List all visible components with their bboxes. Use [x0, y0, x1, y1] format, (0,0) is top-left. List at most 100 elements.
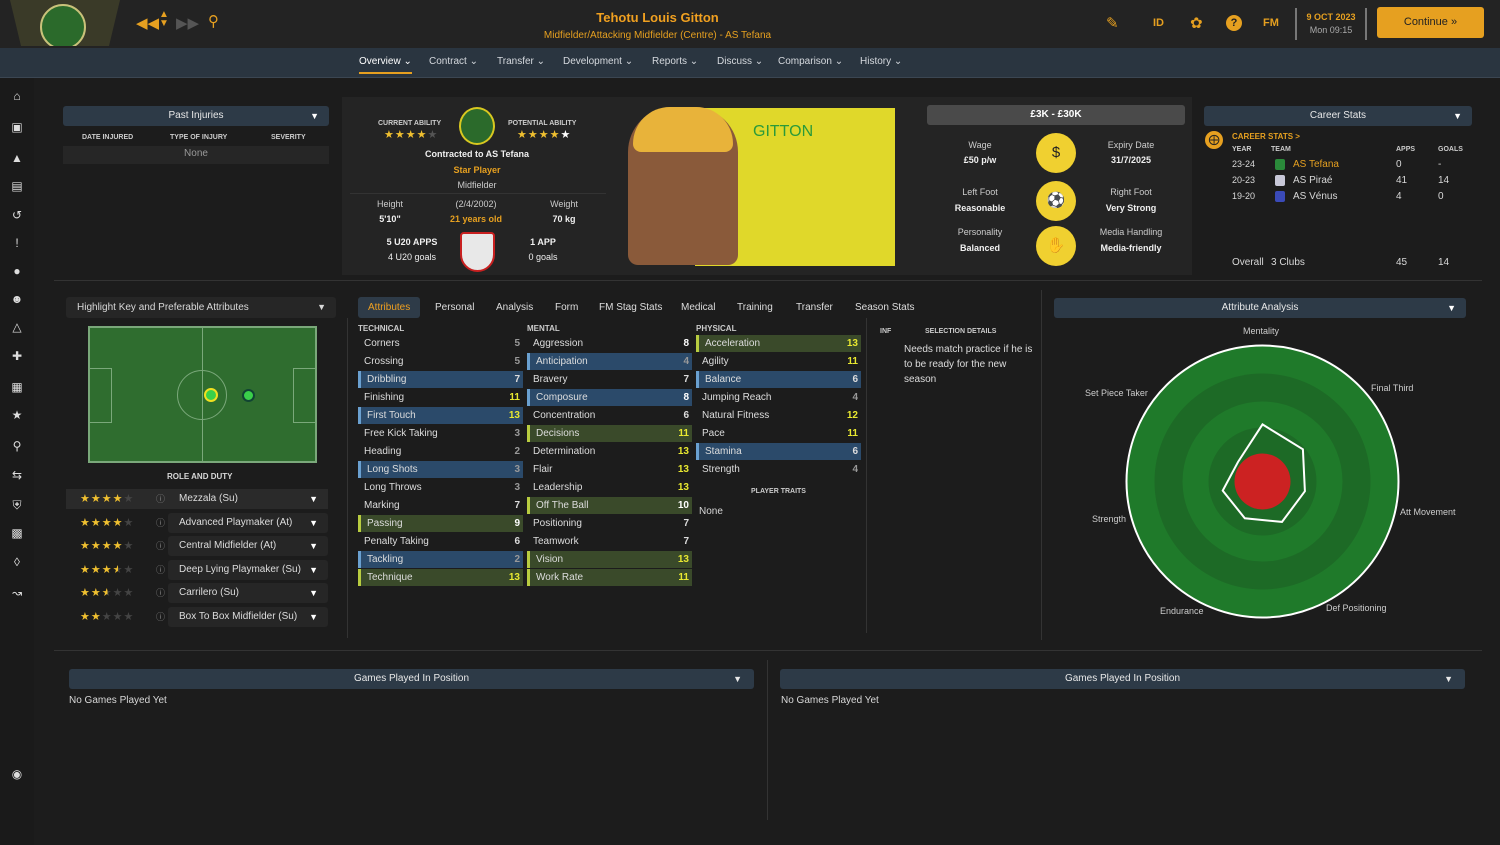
- tab-comparison[interactable]: Comparison ⌄: [778, 56, 843, 67]
- chevron-down-icon[interactable]: ▼: [1447, 298, 1456, 318]
- attribute-row[interactable]: Agility 11: [696, 353, 861, 370]
- highlight-dropdown[interactable]: Highlight Key and Preferable Attributes …: [66, 297, 336, 318]
- attribute-row[interactable]: Long Throws 3: [358, 479, 523, 496]
- attribute-row[interactable]: Tackling 2: [358, 551, 523, 568]
- attribute-row[interactable]: Natural Fitness 12: [696, 407, 861, 424]
- attribute-row[interactable]: Concentration 6: [527, 407, 692, 424]
- attribute-row[interactable]: Penalty Taking 6: [358, 533, 523, 550]
- attribute-row[interactable]: Leadership 13: [527, 479, 692, 496]
- attr-tab-season-stats[interactable]: Season Stats: [855, 297, 914, 318]
- nation-badge[interactable]: [460, 232, 495, 272]
- attribute-row[interactable]: Determination 13: [527, 443, 692, 460]
- attribute-row[interactable]: Stamina 6: [696, 443, 861, 460]
- past-injuries-header[interactable]: Past Injuries ▼: [63, 106, 329, 126]
- attribute-row[interactable]: Vision 13: [527, 551, 692, 568]
- attribute-row[interactable]: Off The Ball 10: [527, 497, 692, 514]
- tab-transfer[interactable]: Transfer ⌄: [497, 56, 545, 67]
- attribute-row[interactable]: Dribbling 7: [358, 371, 523, 388]
- chevron-down-icon[interactable]: ▼: [309, 513, 318, 533]
- chevron-down-icon[interactable]: ▼: [317, 297, 326, 318]
- games-played-header-right[interactable]: Games Played In Position ▼: [780, 669, 1465, 689]
- role-row[interactable]: ★★★★★ ⓘ Advanced Playmaker (At) ▼: [66, 513, 328, 533]
- ball-icon[interactable]: ●: [9, 264, 25, 278]
- info-icon[interactable]: ⓘ: [156, 489, 165, 509]
- chevron-down-icon[interactable]: ▼: [309, 583, 318, 603]
- info-icon[interactable]: ⓘ: [156, 583, 165, 603]
- attribute-row[interactable]: Pace 11: [696, 425, 861, 442]
- career-target-icon[interactable]: ⨁: [1205, 131, 1223, 149]
- info-icon[interactable]: ⓘ: [156, 513, 165, 533]
- attribute-analysis-header[interactable]: Attribute Analysis ▼: [1054, 298, 1466, 318]
- id-button[interactable]: ID: [1153, 17, 1164, 29]
- attribute-row[interactable]: Bravery 7: [527, 371, 692, 388]
- role-row[interactable]: ★★★★★ ⓘ Deep Lying Playmaker (Su) ▼: [66, 560, 328, 580]
- tab-reports[interactable]: Reports ⌄: [652, 56, 698, 67]
- training-icon[interactable]: △: [9, 320, 25, 334]
- back-icon[interactable]: ◀◀: [136, 14, 159, 32]
- career-stats-link[interactable]: CAREER STATS >: [1232, 132, 1300, 141]
- attr-tab-form[interactable]: Form: [555, 297, 578, 318]
- attr-tab-attributes[interactable]: Attributes: [358, 297, 421, 318]
- club-icon[interactable]: ⛨: [9, 498, 25, 512]
- attribute-row[interactable]: Heading 2: [358, 443, 523, 460]
- info-icon[interactable]: ⓘ: [156, 607, 165, 627]
- attribute-row[interactable]: Decisions 11: [527, 425, 692, 442]
- up-down-icon[interactable]: ▲ ▼: [159, 10, 169, 29]
- attribute-row[interactable]: Anticipation 4: [527, 353, 692, 370]
- help-icon[interactable]: ?: [1226, 15, 1242, 31]
- tab-overview[interactable]: Overview ⌄: [359, 56, 412, 74]
- attr-tab-transfer[interactable]: Transfer: [796, 297, 833, 318]
- stats-icon[interactable]: ↝: [9, 586, 25, 600]
- transfers-icon[interactable]: ⇆: [9, 468, 25, 482]
- attribute-row[interactable]: Crossing 5: [358, 353, 523, 370]
- medical-icon[interactable]: ✚: [9, 349, 25, 363]
- alert-icon[interactable]: !: [9, 236, 25, 250]
- value-range[interactable]: £3K - £30K: [927, 105, 1185, 125]
- attribute-row[interactable]: Balance 6: [696, 371, 861, 388]
- player-subtitle[interactable]: Midfielder/Attacking Midfielder (Centre)…: [480, 30, 835, 41]
- attr-tab-personal[interactable]: Personal: [435, 297, 474, 318]
- career-team[interactable]: AS Vénus: [1293, 191, 1337, 202]
- brain-icon[interactable]: ✿: [1190, 14, 1203, 32]
- attribute-row[interactable]: Work Rate 11: [527, 569, 692, 586]
- trophy-icon[interactable]: ★: [9, 408, 25, 422]
- career-team[interactable]: AS Piraé: [1293, 175, 1332, 186]
- attribute-row[interactable]: Corners 5: [358, 335, 523, 352]
- staff-icon[interactable]: ☻: [9, 292, 25, 306]
- attribute-row[interactable]: Finishing 11: [358, 389, 523, 406]
- chevron-down-icon[interactable]: ▼: [309, 536, 318, 556]
- career-team[interactable]: AS Tefana: [1293, 159, 1339, 170]
- chevron-down-icon[interactable]: ▼: [310, 106, 319, 126]
- club-crest[interactable]: [10, 0, 120, 46]
- role-row[interactable]: ★★★★★ ⓘ Mezzala (Su) ▼: [66, 489, 328, 509]
- continue-button[interactable]: Continue »: [1377, 7, 1484, 38]
- role-row[interactable]: ★★★★★ ⓘ Central Midfielder (At) ▼: [66, 536, 328, 556]
- tab-development[interactable]: Development ⌄: [563, 56, 633, 67]
- attr-tab-training[interactable]: Training: [737, 297, 773, 318]
- home-icon[interactable]: ⌂: [9, 89, 25, 103]
- info-icon[interactable]: ⓘ: [156, 536, 165, 556]
- attribute-row[interactable]: Marking 7: [358, 497, 523, 514]
- tactics-icon[interactable]: ↺: [9, 208, 25, 222]
- attribute-row[interactable]: Passing 9: [358, 515, 523, 532]
- attribute-row[interactable]: Technique 13: [358, 569, 523, 586]
- attribute-row[interactable]: Positioning 7: [527, 515, 692, 532]
- chevron-down-icon[interactable]: ▼: [309, 560, 318, 580]
- chevron-down-icon[interactable]: ▼: [309, 489, 318, 509]
- attribute-row[interactable]: Long Shots 3: [358, 461, 523, 478]
- finance-icon[interactable]: ▩: [9, 526, 25, 540]
- attribute-row[interactable]: Composure 8: [527, 389, 692, 406]
- attr-tab-medical[interactable]: Medical: [681, 297, 715, 318]
- chevron-down-icon[interactable]: ▼: [1444, 669, 1453, 689]
- chevron-down-icon[interactable]: ▼: [733, 669, 742, 689]
- attribute-row[interactable]: Acceleration 13: [696, 335, 861, 352]
- attribute-row[interactable]: Aggression 8: [527, 335, 692, 352]
- edit-icon[interactable]: ✎: [1106, 14, 1119, 32]
- career-stats-header[interactable]: Career Stats ▼: [1204, 106, 1472, 126]
- fm-button[interactable]: FM: [1263, 17, 1279, 29]
- attr-tab-fm-stag-stats[interactable]: FM Stag Stats: [599, 297, 662, 318]
- role-row[interactable]: ★★★★★ ⓘ Carrilero (Su) ▼: [66, 583, 328, 603]
- attr-tab-analysis[interactable]: Analysis: [496, 297, 533, 318]
- dev-centre-icon[interactable]: ◊: [9, 555, 25, 569]
- scouting-icon[interactable]: ⚲: [9, 439, 25, 453]
